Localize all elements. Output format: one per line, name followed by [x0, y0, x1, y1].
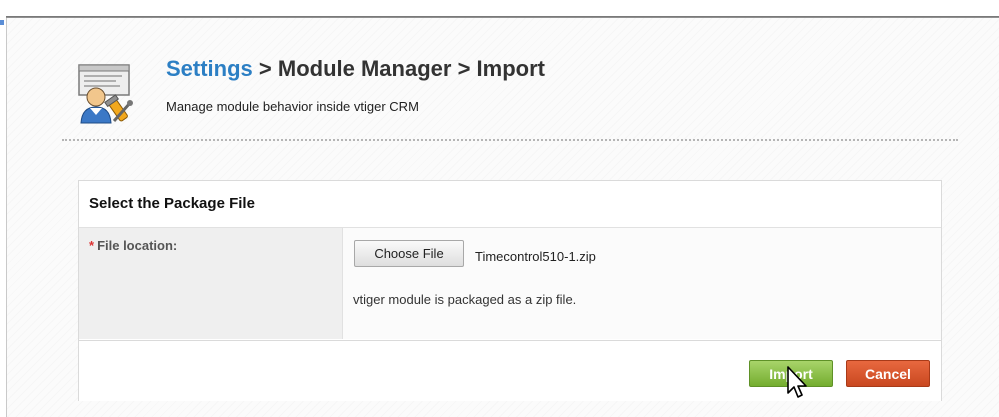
file-location-label: * File location:	[89, 238, 177, 253]
file-hint: vtiger module is packaged as a zip file.	[353, 292, 577, 307]
breadcrumb-module-manager: Module Manager	[277, 56, 452, 81]
page-subtitle: Manage module behavior inside vtiger CRM	[166, 99, 419, 114]
panel-title: Select the Package File	[89, 195, 255, 212]
breadcrumb-separator: >	[252, 56, 278, 81]
import-panel: Select the Package File * File location: …	[78, 180, 942, 401]
file-location-value-cell: Choose File Timecontrol510-1.zip vtiger …	[343, 228, 941, 339]
panel-footer: Import Cancel	[79, 340, 941, 401]
choose-file-button[interactable]: Choose File	[354, 240, 464, 267]
required-mark: *	[89, 238, 95, 253]
breadcrumb-settings-link[interactable]: Settings	[166, 56, 253, 81]
panel-header: Select the Package File	[79, 181, 941, 228]
breadcrumb-separator: >	[451, 56, 477, 81]
breadcrumb-current-page: Import	[476, 56, 545, 81]
header-divider	[62, 139, 958, 141]
corner-marker	[0, 20, 4, 25]
selected-file-name: Timecontrol510-1.zip	[475, 249, 596, 264]
file-location-label-text: File location:	[97, 238, 178, 253]
breadcrumb: Settings > Module Manager > Import	[166, 56, 545, 82]
module-manager-icon	[78, 64, 133, 124]
mouse-pointer-icon	[787, 366, 807, 398]
cancel-button[interactable]: Cancel	[846, 360, 930, 387]
file-location-label-cell: * File location:	[79, 228, 343, 339]
